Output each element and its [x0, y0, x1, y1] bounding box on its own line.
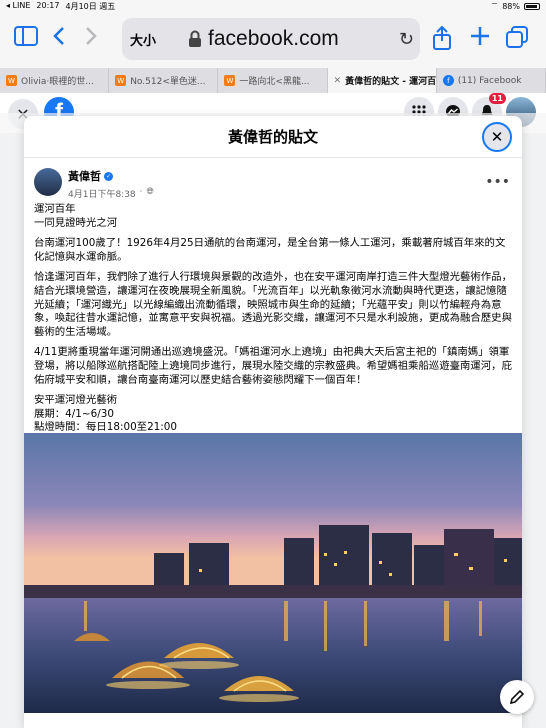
share-icon[interactable] — [432, 26, 452, 50]
tab-label: Olivia‧眼裡的世... — [21, 77, 94, 87]
tab-label: No.512<單色迷... — [130, 77, 206, 87]
battery-percent: 88% — [502, 1, 520, 11]
post-paragraph: 恰逢運河百年，我們除了進行人行環境與景觀的改造外，也在安平運河南岸打造三件大型燈… — [34, 271, 512, 338]
globe-icon: 🌐︎ — [146, 187, 154, 197]
tab-label: 一路向北<黑龍... — [239, 77, 310, 87]
blog-favicon-icon: W — [115, 75, 127, 86]
carrier-label: ◂ LINE — [6, 0, 31, 10]
dialog-title: 黃偉哲的貼文 — [227, 128, 318, 146]
battery-icon — [524, 2, 540, 10]
new-tab-icon[interactable] — [470, 26, 490, 46]
status-bar: ◂ LINE 20:17 4月10日 週五 ⌔ 88% — [0, 0, 546, 12]
tab-current-post[interactable]: ✕ 黃偉哲的貼文 - 運河百... — [327, 68, 437, 93]
back-icon[interactable] — [52, 26, 66, 46]
tab-facebook[interactable]: f (11) Facebook — [437, 68, 546, 93]
tab-olivia[interactable]: W Olivia‧眼裡的世... — [0, 68, 110, 93]
post-paragraph: 安平運河燈光藝術 展期：4/1~6/30 點燈時間：每日18:00至21:00 — [34, 394, 178, 434]
forward-icon[interactable] — [84, 26, 98, 46]
compose-edit-icon[interactable] — [500, 680, 534, 714]
tabs-overview-icon[interactable] — [506, 26, 528, 48]
blog-favicon-icon: W — [224, 75, 236, 86]
wifi-icon: ⌔ — [490, 1, 499, 10]
text-size-button[interactable]: 大小 — [130, 30, 156, 49]
url-display[interactable]: facebook.com — [188, 27, 339, 51]
author-name[interactable]: 黃偉哲 — [68, 168, 101, 184]
address-bar[interactable]: 大小 facebook.com ↻ — [122, 18, 420, 60]
browser-toolbar: 大小 facebook.com ↻ — [0, 12, 546, 68]
post-photo[interactable] — [24, 433, 522, 713]
tab-bar: W Olivia‧眼裡的世... W No.512<單色迷... W 一路向北<… — [0, 68, 546, 93]
tab-label: (11) Facebook — [457, 75, 522, 86]
post-text: 運河百年 一同見證時光之河 台南運河100歲了！1926年4月25日通航的台南運… — [34, 203, 514, 442]
lock-icon — [189, 30, 201, 47]
tab-label: 黃偉哲的貼文 - 運河百... — [345, 77, 437, 87]
clock: 20:17 — [36, 0, 60, 10]
post-paragraph: 4/11更將重現當年運河開通出巡遶境盛況。「媽祖運河水上遶境」由祀典大天后宮主祀… — [34, 346, 512, 386]
sidebar-toggle-icon[interactable] — [14, 26, 38, 46]
reload-icon[interactable]: ↻ — [399, 29, 414, 50]
post-author: 黃偉哲 ✓ 4月1日下午8:38 · 🌐︎ — [34, 168, 154, 200]
tab-heilongjiang[interactable]: W 一路向北<黑龍... — [218, 68, 328, 93]
notification-count-badge: 11 — [488, 93, 506, 104]
facebook-favicon-icon: f — [442, 75, 454, 86]
blog-favicon-icon: W — [6, 75, 17, 86]
more-options-icon[interactable]: ••• — [485, 174, 510, 190]
post-paragraph: 台南運河100歲了！1926年4月25日通航的台南運河，是全台第一條人工運河，乘… — [34, 237, 506, 263]
date: 4月10日 週五 — [65, 1, 116, 11]
embankment — [24, 585, 522, 599]
tab-close-icon[interactable]: ✕ — [334, 76, 342, 86]
url-text: facebook.com — [208, 27, 339, 50]
dialog-close-icon[interactable]: ✕ — [482, 122, 512, 152]
post-timestamp[interactable]: 4月1日下午8:38 — [68, 187, 136, 200]
post-paragraph: 運河百年 一同見證時光之河 — [34, 203, 118, 229]
post-dialog: 黃偉哲的貼文 ✕ 黃偉哲 ✓ 4月1日下午8:38 · 🌐︎ ••• 運河百年 … — [24, 116, 522, 728]
tab-no512[interactable]: W No.512<單色迷... — [109, 68, 219, 93]
author-avatar[interactable] — [34, 168, 62, 196]
dot-separator: · — [139, 187, 143, 197]
verified-badge-icon: ✓ — [104, 171, 113, 181]
dialog-header: 黃偉哲的貼文 ✕ — [24, 116, 522, 158]
